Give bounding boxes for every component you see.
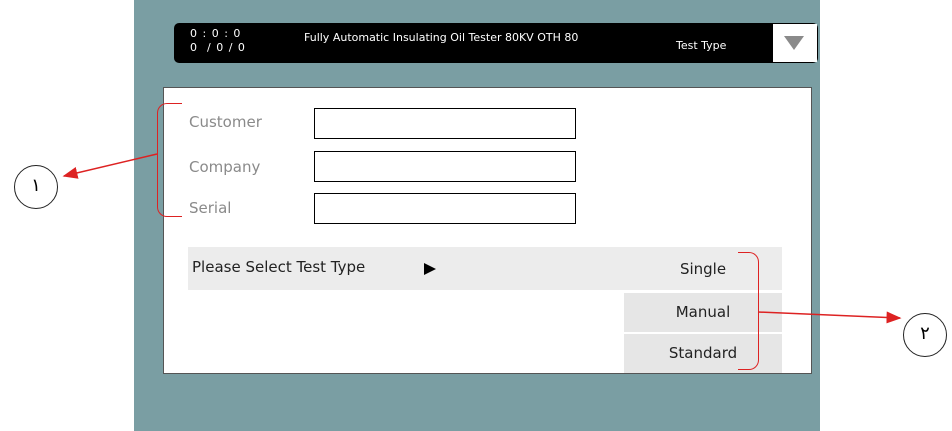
screen-label: Test Type xyxy=(676,39,727,52)
options-bracket xyxy=(738,252,759,370)
callout-two: ٢ xyxy=(903,313,947,357)
title-bar: 0 : 0 : 0 0 / 0 / 0 Fully Automatic Insu… xyxy=(174,23,818,63)
company-label: Company xyxy=(189,158,261,176)
serial-field[interactable] xyxy=(314,193,576,224)
customer-label: Customer xyxy=(189,113,262,131)
date-text: 0 / 0 / 0 xyxy=(190,41,246,54)
serial-label: Serial xyxy=(189,199,232,217)
company-field[interactable] xyxy=(314,151,576,182)
play-arrow-icon xyxy=(424,263,436,275)
device-title: Fully Automatic Insulating Oil Tester 80… xyxy=(304,31,579,44)
triangle-down-icon xyxy=(784,36,804,50)
menu-dropdown-button[interactable] xyxy=(771,24,817,62)
callout-one: ١ xyxy=(14,165,58,209)
customer-field[interactable] xyxy=(314,108,576,139)
fields-bracket xyxy=(157,103,182,217)
test-form: Customer Company Serial Please Select Te… xyxy=(163,87,812,374)
select-test-type-prompt: Please Select Test Type xyxy=(192,258,366,276)
clock-readout: 0 : 0 : 0 0 / 0 / 0 xyxy=(190,27,246,55)
time-text: 0 : 0 : 0 xyxy=(190,27,242,40)
